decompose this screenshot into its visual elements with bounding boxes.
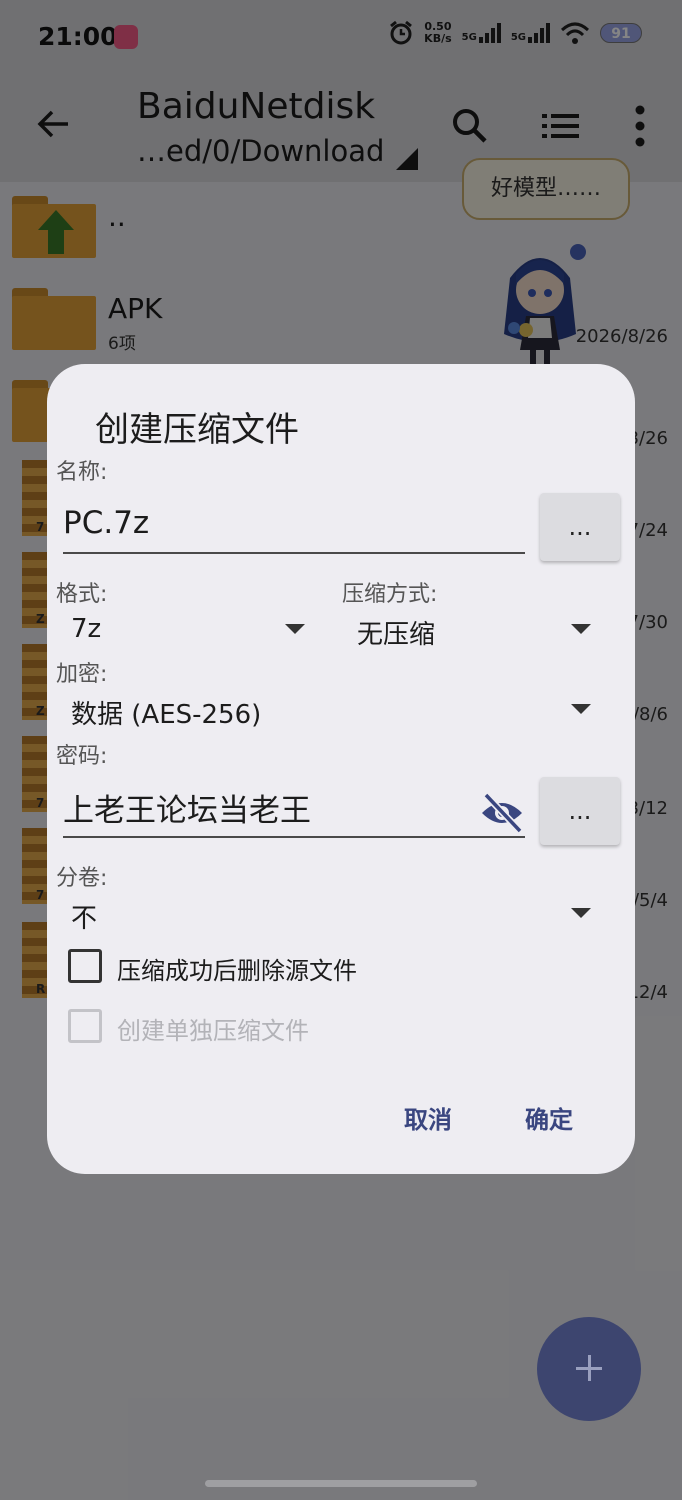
split-volume-label: 分卷: [56, 866, 108, 891]
name-input[interactable] [63, 494, 525, 552]
compression-method-label: 压缩方式: [342, 582, 438, 607]
delete-source-label[interactable]: 压缩成功后删除源文件 [117, 951, 357, 986]
separate-archives-checkbox [68, 1009, 102, 1043]
compression-method-value: 无压缩 [357, 620, 436, 650]
visibility-off-icon[interactable] [480, 791, 524, 835]
generate-password-button[interactable]: ... [540, 777, 620, 845]
name-field[interactable] [63, 494, 525, 554]
format-label: 格式: [56, 582, 108, 607]
confirm-button[interactable]: 确定 [525, 1100, 573, 1135]
create-archive-dialog: 创建压缩文件 名称: ... 格式: 7z 压缩方式: 无压缩 加密: 数据 (… [47, 364, 635, 1174]
chevron-down-icon [571, 908, 591, 918]
cancel-button[interactable]: 取消 [404, 1100, 452, 1135]
browse-name-button[interactable]: ... [540, 493, 620, 561]
chevron-down-icon [285, 624, 305, 634]
encryption-value: 数据 (AES-256) [71, 700, 262, 730]
compression-method-select[interactable]: 无压缩 [357, 612, 593, 652]
password-input[interactable] [63, 778, 473, 836]
dialog-title: 创建压缩文件 [95, 410, 299, 450]
name-label: 名称: [56, 460, 108, 485]
chevron-down-icon [571, 704, 591, 714]
add-fab-button[interactable] [537, 1317, 641, 1421]
format-select[interactable]: 7z [71, 612, 307, 652]
chevron-down-icon [571, 624, 591, 634]
delete-source-checkbox[interactable] [68, 949, 102, 983]
split-volume-value: 不 [71, 904, 98, 934]
password-label: 密码: [56, 744, 108, 769]
separate-archives-label: 创建单独压缩文件 [117, 1017, 309, 1045]
split-volume-select[interactable]: 不 [71, 896, 593, 936]
encryption-label: 加密: [56, 662, 108, 687]
format-value: 7z [71, 614, 102, 644]
password-field[interactable] [63, 778, 525, 838]
encryption-select[interactable]: 数据 (AES-256) [71, 692, 593, 732]
gesture-home-bar[interactable] [205, 1480, 477, 1487]
